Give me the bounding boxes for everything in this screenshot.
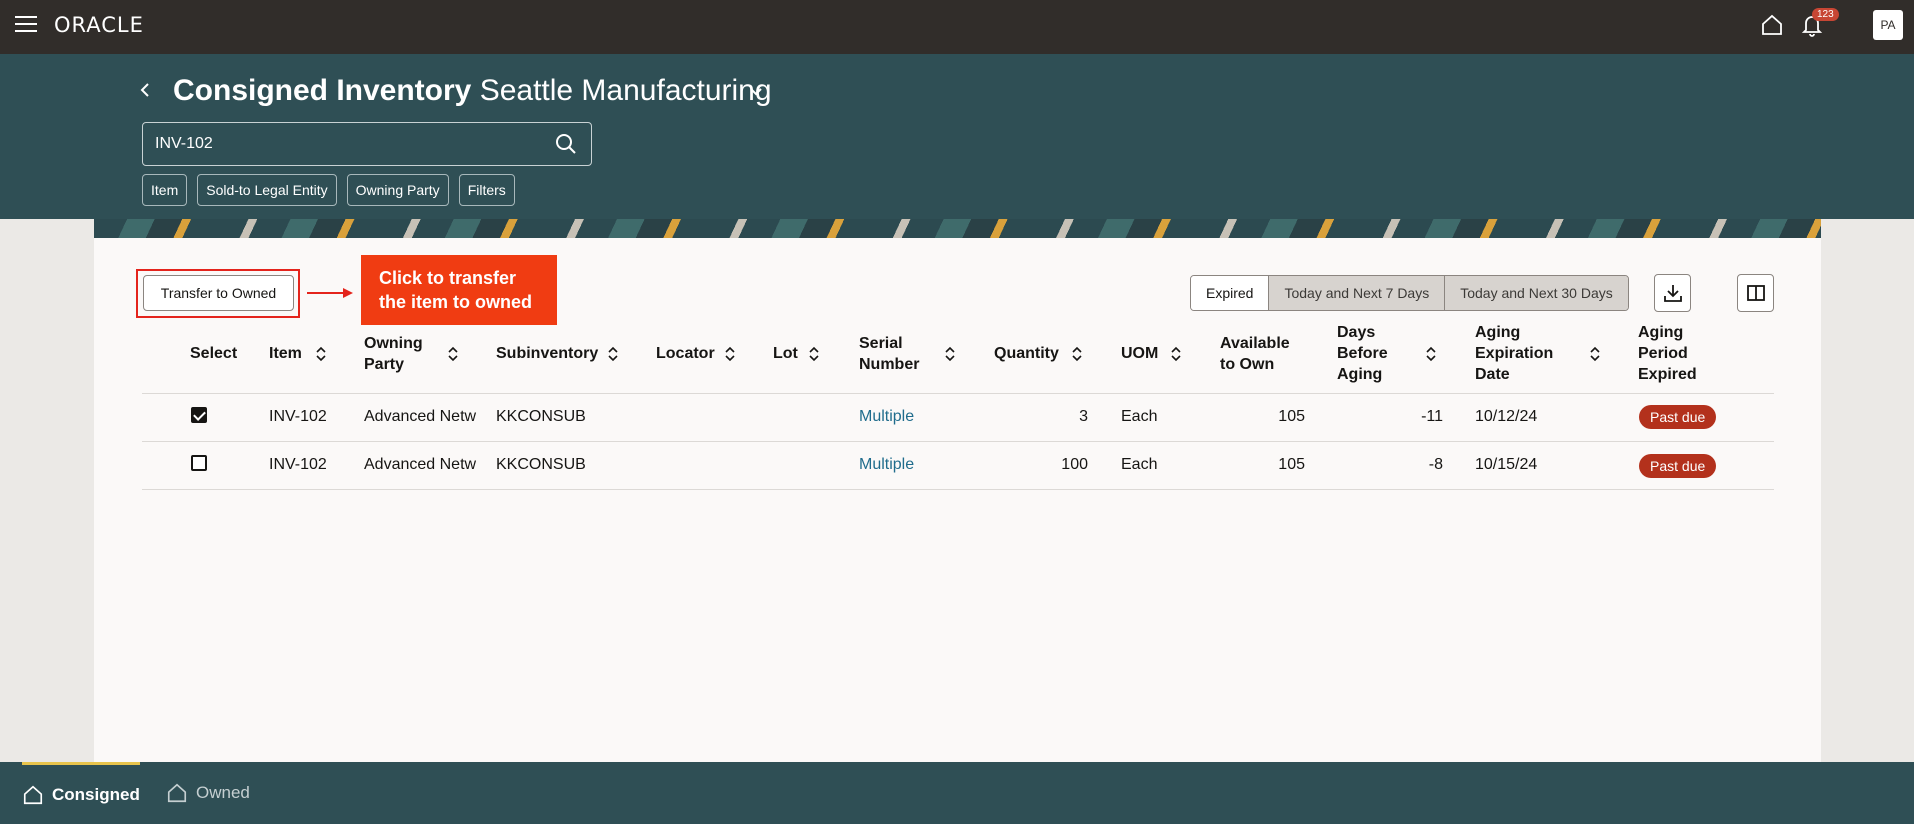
cell-serial-link[interactable]: Multiple: [859, 455, 914, 475]
col-aging-expiration-date[interactable]: Aging Expiration Date: [1475, 322, 1565, 385]
sort-icon[interactable]: [447, 346, 459, 362]
oracle-logo[interactable]: ORACLE: [54, 13, 144, 37]
col-item[interactable]: Item: [269, 343, 302, 364]
sort-icon[interactable]: [1071, 346, 1083, 362]
status-badge: Past due: [1639, 405, 1717, 429]
row-select-checkbox[interactable]: [191, 407, 207, 423]
col-owning-party[interactable]: Owning Party: [364, 333, 434, 375]
col-days-before-aging[interactable]: Days Before Aging: [1337, 322, 1397, 385]
cell-subinventory: KKCONSUB: [496, 408, 586, 425]
sort-icon[interactable]: [1170, 346, 1182, 362]
cell-item: INV-102: [269, 408, 327, 425]
search-input[interactable]: INV-102: [142, 122, 592, 166]
cell-quantity: 3: [1079, 408, 1088, 425]
home-icon: [23, 785, 43, 804]
tab-label: Consigned: [52, 784, 140, 804]
col-select: Select: [190, 345, 238, 362]
tab-label: Owned: [196, 783, 250, 802]
page-title-org[interactable]: Seattle Manufacturing: [480, 74, 772, 107]
notification-badge: 123: [1812, 8, 1839, 21]
row-divider: [142, 441, 1774, 442]
cell-owning-party: Advanced Netw: [364, 408, 477, 425]
col-uom[interactable]: UOM: [1121, 343, 1158, 364]
bottom-nav: Consigned Owned: [0, 762, 1914, 824]
segment-expired[interactable]: Expired: [1191, 276, 1269, 310]
col-locator[interactable]: Locator: [656, 343, 715, 364]
col-aging-period-expired[interactable]: Aging Period Expired: [1638, 322, 1708, 385]
cell-serial-link[interactable]: Multiple: [859, 407, 914, 427]
sort-icon[interactable]: [1425, 346, 1437, 362]
col-quantity[interactable]: Quantity: [994, 343, 1059, 364]
sort-icon[interactable]: [724, 346, 736, 362]
home-icon[interactable]: [1760, 13, 1784, 37]
top-bar: ORACLE 123 PA: [0, 0, 1914, 54]
filter-chips: Item Sold-to Legal Entity Owning Party F…: [142, 174, 515, 206]
hamburger-icon[interactable]: [15, 16, 37, 34]
col-lot[interactable]: Lot: [773, 343, 798, 364]
cell-uom: Each: [1121, 408, 1158, 425]
chip-item[interactable]: Item: [142, 174, 188, 206]
row-divider: [142, 489, 1774, 490]
status-badge: Past due: [1639, 454, 1717, 478]
background-decoration: [1821, 219, 1914, 762]
cell-available: 105: [1278, 456, 1305, 473]
sort-icon[interactable]: [607, 346, 619, 362]
avatar[interactable]: PA: [1873, 10, 1903, 40]
columns-button[interactable]: [1737, 274, 1774, 312]
page-title: Consigned Inventory Seattle Manufacturin…: [173, 74, 772, 108]
cell-item: INV-102: [269, 456, 327, 473]
row-divider: [142, 393, 1774, 394]
search-icon[interactable]: [555, 133, 577, 155]
content-card: [94, 238, 1821, 762]
cell-owning-party: Advanced Netw: [364, 456, 477, 473]
col-serial-number[interactable]: Serial Number: [859, 333, 929, 375]
chip-sold-to-legal-entity[interactable]: Sold-to Legal Entity: [197, 174, 337, 206]
cell-expiration-date: 10/12/24: [1475, 408, 1538, 425]
sort-icon[interactable]: [315, 346, 327, 362]
tab-consigned[interactable]: Consigned: [22, 762, 140, 824]
cell-available: 105: [1278, 408, 1305, 425]
chevron-down-icon[interactable]: [748, 84, 764, 100]
cell-expiration-date: 10/15/24: [1475, 456, 1538, 473]
cell-uom: Each: [1121, 456, 1158, 473]
col-subinventory[interactable]: Subinventory: [496, 343, 598, 364]
sort-icon[interactable]: [944, 346, 956, 362]
row-select-checkbox[interactable]: [191, 455, 207, 471]
callout-annotation: Click to transfer the item to owned: [361, 255, 557, 325]
date-range-segmented-control: Expired Today and Next 7 Days Today and …: [1190, 275, 1629, 311]
home-icon: [167, 783, 187, 803]
page-title-main: Consigned Inventory: [173, 74, 472, 107]
decorative-band: [94, 219, 1821, 238]
transfer-to-owned-button[interactable]: Transfer to Owned: [143, 275, 294, 311]
segment-next-7-days[interactable]: Today and Next 7 Days: [1268, 276, 1445, 310]
col-available-to-own[interactable]: Available to Own: [1220, 333, 1300, 375]
cell-days-before-aging: -8: [1428, 456, 1443, 473]
back-icon[interactable]: [137, 80, 155, 100]
tab-owned[interactable]: Owned: [166, 762, 250, 824]
segment-next-30-days[interactable]: Today and Next 30 Days: [1444, 276, 1628, 310]
download-icon: [1664, 285, 1682, 302]
columns-icon: [1747, 285, 1765, 301]
cell-subinventory: KKCONSUB: [496, 456, 586, 473]
cell-days-before-aging: -11: [1421, 408, 1443, 425]
search-value[interactable]: INV-102: [155, 135, 213, 153]
sort-icon[interactable]: [808, 346, 820, 362]
chip-filters[interactable]: Filters: [458, 174, 515, 206]
cell-quantity: 100: [1061, 456, 1088, 473]
background-decoration: [0, 219, 94, 762]
download-button[interactable]: [1654, 274, 1691, 312]
sort-icon[interactable]: [1589, 346, 1601, 362]
arrow-right-icon: [307, 288, 353, 298]
chip-owning-party[interactable]: Owning Party: [346, 174, 449, 206]
